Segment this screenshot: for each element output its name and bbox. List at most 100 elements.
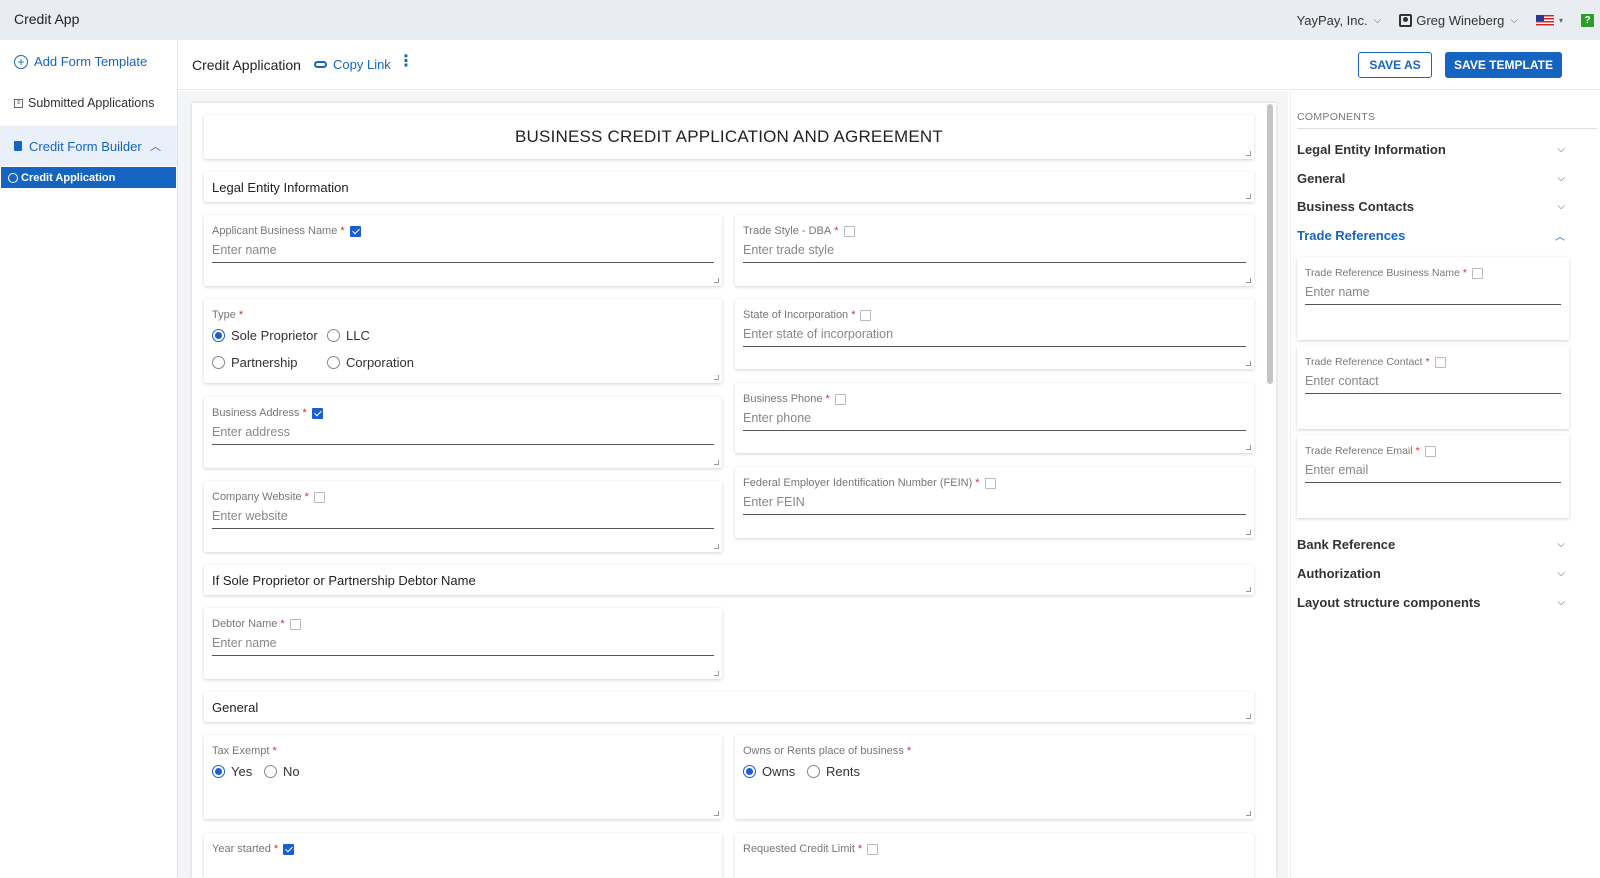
component-label: General: [1297, 171, 1346, 186]
checkbox[interactable]: [1424, 445, 1436, 457]
chevron-up-icon: ︿: [150, 141, 161, 153]
trade-ref-name-input[interactable]: Enter name: [1305, 285, 1561, 305]
applicant-name-input[interactable]: Enter name: [212, 243, 714, 263]
radio-label: Partnership: [231, 355, 298, 370]
form-title-card[interactable]: BUSINESS CREDIT APPLICATION AND AGREEMEN…: [204, 115, 1254, 159]
trade-ref-email-input[interactable]: Enter email: [1305, 463, 1561, 483]
section-debtor-name[interactable]: If Sole Proprietor or Partnership Debtor…: [204, 565, 1254, 595]
field-year-started[interactable]: Year started *: [204, 833, 722, 878]
component-business-contacts[interactable]: Business Contacts ⌵: [1297, 199, 1565, 214]
checkbox[interactable]: [984, 477, 996, 489]
component-authorization[interactable]: Authorization ⌵: [1297, 566, 1565, 581]
radio-label: Rents: [826, 764, 860, 779]
save-template-button[interactable]: SAVE TEMPLATE: [1445, 52, 1562, 78]
field-company-website[interactable]: Company Website * Enter website: [204, 481, 722, 552]
radio-unselected: [264, 765, 277, 778]
radio-owns[interactable]: Owns: [743, 764, 807, 779]
language-selector[interactable]: ▾: [1535, 14, 1563, 26]
radio-label: Corporation: [346, 355, 414, 370]
field-debtor-name[interactable]: Debtor Name * Enter name: [204, 608, 722, 679]
trade-reference-business-name-component[interactable]: Trade Reference Business Name * Enter na…: [1297, 257, 1569, 340]
add-form-template-link[interactable]: + Add Form Template: [14, 54, 147, 69]
help-icon[interactable]: ?: [1581, 13, 1594, 27]
more-options-icon[interactable]: ⋮: [398, 54, 414, 70]
component-general[interactable]: General ⌵: [1297, 171, 1565, 186]
field-state-of-incorporation[interactable]: State of Incorporation * Enter state of …: [735, 299, 1254, 369]
document-icon: ≡: [14, 98, 23, 108]
radio-llc[interactable]: LLC: [327, 328, 370, 343]
checkbox-checked[interactable]: [349, 225, 361, 237]
checkbox[interactable]: [1471, 267, 1483, 279]
radio-partnership[interactable]: Partnership: [212, 355, 327, 370]
user-menu[interactable]: Greg Wineberg ⌵: [1399, 13, 1518, 28]
debtor-name-input[interactable]: Enter name: [212, 636, 714, 656]
chevron-down-icon: ⌵: [1373, 14, 1382, 26]
section-general[interactable]: General: [204, 692, 1254, 722]
checkbox[interactable]: [1434, 356, 1446, 368]
trade-ref-contact-input[interactable]: Enter contact: [1305, 374, 1561, 394]
radio-label: Yes: [231, 764, 253, 779]
trade-reference-contact-component[interactable]: Trade Reference Contact * Enter contact: [1297, 346, 1569, 429]
field-business-address[interactable]: Business Address * Enter address: [204, 397, 722, 468]
radio-no[interactable]: No: [264, 764, 300, 779]
trade-reference-email-component[interactable]: Trade Reference Email * Enter email: [1297, 435, 1569, 518]
component-label: Legal Entity Information: [1297, 142, 1446, 157]
canvas-scrollbar[interactable]: [1267, 104, 1273, 384]
component-label: Business Contacts: [1297, 199, 1415, 214]
label-text: Debtor Name: [212, 618, 278, 630]
required-mark: *: [302, 407, 307, 419]
sidebar-item-credit-application[interactable]: Credit Application: [1, 167, 176, 188]
component-trade-references[interactable]: Trade References ︿: [1297, 228, 1565, 243]
radio-sole-proprietor[interactable]: Sole Proprietor: [212, 328, 327, 343]
radio-rents[interactable]: Rents: [807, 764, 860, 779]
checkbox[interactable]: [834, 393, 846, 405]
checkbox[interactable]: [289, 618, 301, 630]
section-legal-entity[interactable]: Legal Entity Information: [204, 172, 1254, 202]
trade-style-input[interactable]: Enter trade style: [743, 243, 1246, 263]
business-address-input[interactable]: Enter address: [212, 425, 714, 445]
checkbox[interactable]: [867, 843, 879, 855]
company-website-input[interactable]: Enter website: [212, 509, 714, 529]
save-as-button[interactable]: SAVE AS: [1358, 52, 1432, 78]
checkbox[interactable]: [860, 309, 872, 321]
checkbox-checked[interactable]: [283, 843, 295, 855]
checkbox[interactable]: [313, 491, 325, 503]
page-title: Credit Application: [192, 57, 301, 73]
field-requested-credit-limit[interactable]: Requested Credit Limit *: [735, 833, 1254, 878]
component-layout-structure[interactable]: Layout structure components ⌵: [1297, 595, 1565, 610]
component-bank-reference[interactable]: Bank Reference ⌵: [1297, 537, 1565, 552]
radio-corporation[interactable]: Corporation: [327, 355, 414, 370]
field-owns-or-rents[interactable]: Owns or Rents place of business * Owns R…: [735, 735, 1254, 819]
label-text: Owns or Rents place of business: [743, 745, 904, 757]
field-tax-exempt[interactable]: Tax Exempt * Yes No: [204, 735, 722, 819]
credit-form-builder-label: Credit Form Builder: [29, 138, 142, 154]
radio-label: Sole Proprietor: [231, 328, 318, 343]
field-fein[interactable]: Federal Employer Identification Number (…: [735, 467, 1254, 538]
add-form-template-label: Add Form Template: [34, 54, 148, 69]
credit-form-builder-item[interactable]: Credit Form Builder ︿: [0, 126, 177, 166]
copy-link-button[interactable]: Copy Link: [314, 57, 391, 72]
business-phone-input[interactable]: Enter phone: [743, 411, 1246, 431]
label-text: Company Website: [212, 491, 302, 503]
required-mark: *: [834, 225, 839, 237]
components-header: COMPONENTS: [1297, 111, 1376, 123]
field-trade-style[interactable]: Trade Style - DBA * Enter trade style: [735, 215, 1254, 286]
checkbox[interactable]: [843, 225, 855, 237]
component-legal-entity[interactable]: Legal Entity Information ⌵: [1297, 142, 1565, 157]
field-business-phone[interactable]: Business Phone * Enter phone: [735, 383, 1254, 453]
submitted-applications-link[interactable]: ≡ Submitted Applications: [14, 96, 154, 110]
caret-down-icon: ▾: [1558, 15, 1563, 25]
radio-yes[interactable]: Yes: [212, 764, 264, 779]
radio-unselected: [807, 765, 820, 778]
company-selector[interactable]: YayPay, Inc. ⌵: [1297, 13, 1382, 28]
required-mark: *: [825, 393, 830, 405]
fein-input[interactable]: Enter FEIN: [743, 495, 1246, 515]
field-applicant-business-name[interactable]: Applicant Business Name * Enter name: [204, 215, 722, 286]
tax-exempt-radio-row: Yes No: [212, 764, 300, 779]
field-type[interactable]: Type * Sole Proprietor LLC Partnership C…: [204, 299, 722, 383]
submitted-applications-label: Submitted Applications: [28, 96, 155, 110]
checkbox-checked[interactable]: [311, 407, 323, 419]
page-header: Credit Application Copy Link ⋮ SAVE AS S…: [178, 40, 1600, 90]
state-of-incorporation-input[interactable]: Enter state of incorporation: [743, 327, 1246, 347]
chevron-down-icon: ⌵: [1557, 539, 1565, 550]
